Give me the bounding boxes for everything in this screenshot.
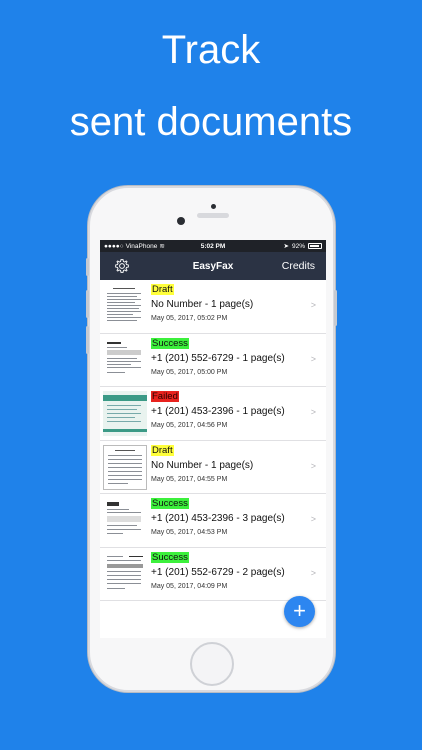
chevron-right-icon: > bbox=[310, 353, 316, 364]
fax-list: Draft No Number - 1 page(s) May 05, 2017… bbox=[100, 280, 326, 601]
sensor-dot bbox=[211, 204, 216, 209]
fax-row[interactable]: Draft No Number - 1 page(s) May 05, 2017… bbox=[100, 441, 326, 494]
fax-date: May 05, 2017, 04:53 PM bbox=[151, 529, 228, 536]
battery-icon bbox=[308, 243, 322, 249]
nav-bar: EasyFax Credits bbox=[100, 252, 326, 280]
earpiece-speaker bbox=[197, 213, 229, 218]
fax-number: +1 (201) 552-6729 - 2 page(s) bbox=[151, 566, 285, 578]
fax-date: May 05, 2017, 04:09 PM bbox=[151, 582, 228, 590]
add-fax-button[interactable]: + bbox=[284, 596, 315, 627]
fax-date: May 05, 2017, 04:55 PM bbox=[151, 475, 228, 483]
mute-switch bbox=[86, 258, 89, 276]
credits-button[interactable]: Credits bbox=[282, 260, 315, 272]
status-badge: Failed bbox=[151, 391, 179, 402]
status-badge: Success bbox=[151, 551, 189, 563]
fax-row[interactable]: Success +1 (201) 552-6729 - 2 page(s) Ma… bbox=[100, 548, 326, 601]
location-icon: ➤ bbox=[283, 243, 289, 250]
app-screen: ●●●●○ VinaPhone ≋ 5:02 PM ➤ 92% EasyFax … bbox=[100, 240, 326, 638]
headline-sent-documents: sent documents bbox=[69, 100, 353, 144]
document-thumbnail bbox=[103, 391, 147, 436]
status-badge: Success bbox=[151, 498, 189, 509]
fax-number: No Number - 1 page(s) bbox=[151, 299, 254, 310]
home-button[interactable] bbox=[190, 642, 234, 686]
document-thumbnail bbox=[103, 284, 147, 329]
chevron-right-icon: > bbox=[310, 300, 316, 310]
power-button bbox=[334, 290, 337, 326]
document-thumbnail bbox=[103, 337, 147, 383]
fax-date: May 05, 2017, 04:56 PM bbox=[151, 422, 228, 429]
chevron-right-icon: > bbox=[310, 407, 316, 417]
chevron-right-icon: > bbox=[310, 460, 316, 471]
fax-number: No Number - 1 page(s) bbox=[151, 459, 254, 471]
status-badge: Draft bbox=[151, 444, 174, 456]
fax-row[interactable]: Success +1 (201) 552-6729 - 1 page(s) Ma… bbox=[100, 334, 326, 387]
document-thumbnail bbox=[103, 498, 147, 543]
fax-row[interactable]: Failed +1 (201) 453-2396 - 1 page(s) May… bbox=[100, 387, 326, 441]
fax-row[interactable]: Success +1 (201) 453-2396 - 3 page(s) Ma… bbox=[100, 494, 326, 548]
volume-up-button bbox=[86, 290, 89, 318]
headline-track: Track bbox=[161, 28, 261, 72]
fax-date: May 05, 2017, 05:00 PM bbox=[151, 368, 228, 376]
chevron-right-icon: > bbox=[310, 567, 316, 578]
front-camera bbox=[177, 217, 185, 225]
document-thumbnail bbox=[103, 444, 147, 490]
document-thumbnail bbox=[103, 551, 147, 597]
status-badge: Draft bbox=[151, 284, 174, 295]
chevron-right-icon: > bbox=[310, 514, 316, 524]
fax-row[interactable]: Draft No Number - 1 page(s) May 05, 2017… bbox=[100, 280, 326, 334]
fax-date: May 05, 2017, 05:02 PM bbox=[151, 315, 228, 322]
battery-percent: 92% bbox=[291, 242, 305, 250]
fax-number: +1 (201) 453-2396 - 1 page(s) bbox=[151, 406, 285, 417]
fax-number: +1 (201) 453-2396 - 3 page(s) bbox=[151, 513, 285, 524]
status-badge: Success bbox=[151, 337, 189, 349]
volume-down-button bbox=[86, 326, 89, 354]
fax-number: +1 (201) 552-6729 - 1 page(s) bbox=[151, 352, 285, 364]
status-bar: ●●●●○ VinaPhone ≋ 5:02 PM ➤ 92% bbox=[100, 240, 326, 252]
